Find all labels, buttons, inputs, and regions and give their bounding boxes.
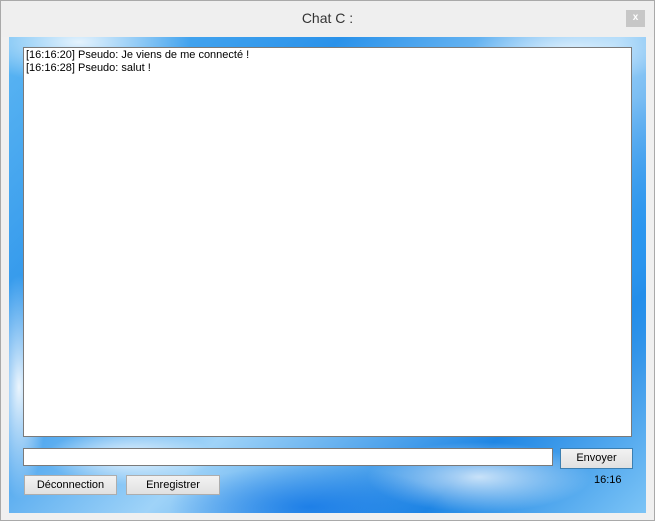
title-bar[interactable]: Chat C : x [1, 1, 654, 37]
send-button[interactable]: Envoyer [560, 448, 633, 469]
chat-message: [16:16:20] Pseudo: Je viens de me connec… [26, 49, 250, 61]
close-button[interactable]: x [626, 10, 645, 27]
save-button[interactable]: Enregistrer [126, 475, 220, 495]
chat-message: [16:16:28] Pseudo: salut ! [26, 62, 151, 74]
message-input[interactable] [23, 448, 553, 466]
window-title: Chat C : [301, 10, 354, 26]
disconnect-button[interactable]: Déconnection [24, 475, 117, 495]
chat-window: Chat C : x [16:16:20] Pseudo: Je viens d… [0, 0, 655, 521]
chat-log[interactable]: [16:16:20] Pseudo: Je viens de me connec… [23, 47, 632, 437]
client-area: [16:16:20] Pseudo: Je viens de me connec… [9, 37, 646, 513]
clock-label: 16:16 [594, 474, 622, 486]
close-icon: x [632, 12, 639, 23]
